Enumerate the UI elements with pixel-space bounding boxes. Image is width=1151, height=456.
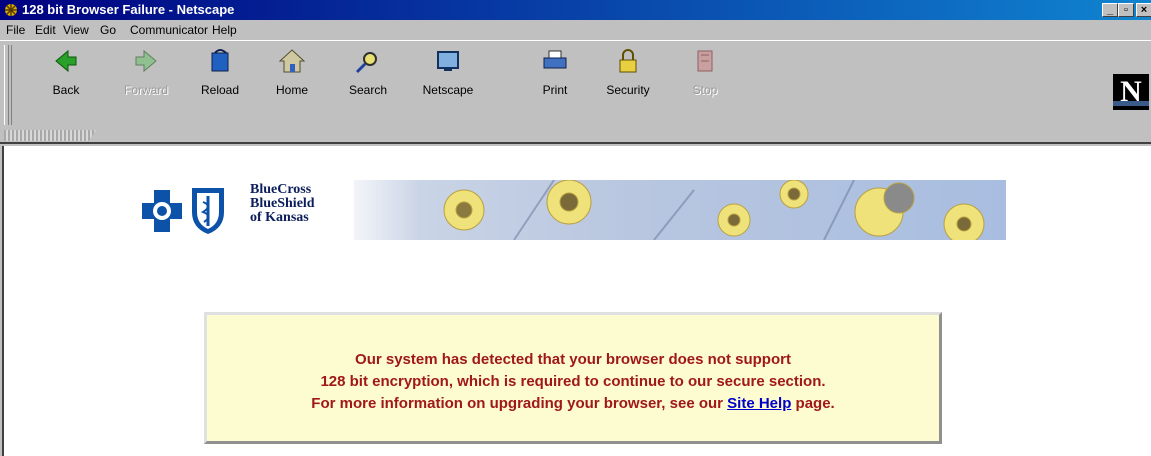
toolbar-grip-line <box>8 45 9 125</box>
printer-icon <box>543 50 567 69</box>
menu-help[interactable]: Help <box>212 23 237 37</box>
netscape-button[interactable]: Netscape <box>420 43 476 105</box>
menu-communicator[interactable]: Communicator <box>130 23 208 37</box>
search-label: Search <box>348 83 388 97</box>
message-line-3-end: page. <box>791 395 835 412</box>
forward-label: Forward <box>123 83 168 97</box>
home-button[interactable]: Home <box>264 43 320 105</box>
logo-horizon <box>1113 101 1149 106</box>
stop-icon <box>697 50 713 72</box>
site-help-link[interactable]: Site Help <box>727 395 791 412</box>
forward-arrow-icon <box>135 49 157 73</box>
home-icon <box>278 49 306 73</box>
message-line-1: Our system has detected that your browse… <box>355 351 791 368</box>
minimize-button[interactable]: _ <box>1102 3 1118 17</box>
search-icon <box>355 52 377 74</box>
my-netscape-icon <box>437 51 459 71</box>
stop-label: Stop <box>692 83 718 97</box>
menu-file[interactable]: File <box>6 23 25 37</box>
page-content: BlueCross BlueShield of Kansas Our syste… <box>2 146 1151 456</box>
title-bar: 128 bit Browser Failure - Netscape _ ▫ × <box>0 0 1151 20</box>
brand-line-1: BlueCross <box>250 182 312 197</box>
padlock-icon <box>619 49 637 73</box>
security-label: Security <box>606 83 650 97</box>
close-button[interactable]: × <box>1136 3 1151 17</box>
message-line-2: 128 bit encryption, which is required to… <box>320 373 826 390</box>
menu-bar: File Edit View Go Communicator Help <box>0 20 1151 40</box>
menu-go[interactable]: Go <box>100 23 116 37</box>
maximize-button[interactable]: ▫ <box>1118 3 1134 17</box>
reload-label: Reload <box>200 83 240 97</box>
sunflower-banner-image <box>354 180 1006 240</box>
reload-icon <box>211 49 229 72</box>
window-title: 128 bit Browser Failure - Netscape <box>22 2 235 17</box>
navigation-toolbar: Back Forward Reload Home Search Netscape… <box>0 40 1151 128</box>
netscape-label: Netscape <box>422 83 474 97</box>
back-button[interactable]: Back <box>38 43 94 105</box>
toolbar-collapse-tab[interactable] <box>4 130 96 141</box>
print-button[interactable]: Print <box>527 43 583 105</box>
netscape-app-icon[interactable] <box>3 2 19 18</box>
security-button[interactable]: Security <box>600 43 656 105</box>
home-label: Home <box>275 83 308 97</box>
back-arrow-icon <box>55 49 77 73</box>
bcbs-brand-name: BlueCross BlueShield of Kansas <box>250 183 315 225</box>
brand-line-2: BlueShield <box>250 196 315 211</box>
print-label: Print <box>542 83 568 97</box>
search-button[interactable]: Search <box>340 43 396 105</box>
stop-button[interactable]: Stop <box>677 43 733 105</box>
netscape-logo-throbber[interactable]: N <box>1113 74 1149 110</box>
error-message-box: Our system has detected that your browse… <box>204 312 942 444</box>
banner-fade <box>330 180 420 240</box>
bcbs-banner: BlueCross BlueShield of Kansas <box>140 180 1006 240</box>
forward-button[interactable]: Forward <box>118 43 174 105</box>
error-message: Our system has detected that your browse… <box>207 349 939 415</box>
toolbar-collapse-strip <box>0 128 1151 144</box>
menu-view[interactable]: View <box>63 23 89 37</box>
sunflower-illustration <box>443 180 985 240</box>
reload-button[interactable]: Reload <box>192 43 248 105</box>
message-line-3: For more information on upgrading your b… <box>207 393 939 415</box>
bcbs-cross-shield-logo <box>142 188 224 234</box>
message-line-3-start: For more information on upgrading your b… <box>311 395 728 412</box>
brand-line-3: of Kansas <box>250 210 309 225</box>
back-label: Back <box>52 83 80 97</box>
menu-edit[interactable]: Edit <box>35 23 56 37</box>
